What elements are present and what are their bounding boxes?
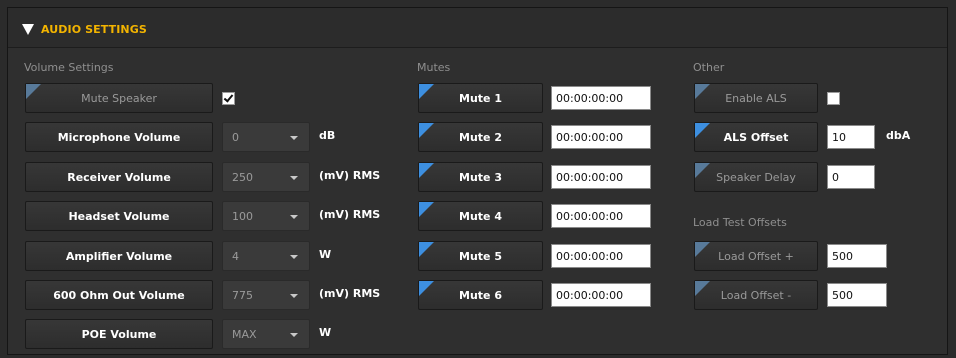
checkmark-icon <box>223 92 234 103</box>
corner-indicator-icon <box>695 242 710 257</box>
headset-volume-label: Headset Volume <box>68 209 170 223</box>
load-offset-minus-label: Load Offset - <box>720 288 792 302</box>
poe-volume-select[interactable]: MAX <box>222 319 310 349</box>
mute-speaker-label: Mute Speaker <box>81 91 157 105</box>
select-value: 0 <box>232 131 239 144</box>
amplifier-volume-select[interactable]: 4 <box>222 241 310 271</box>
poe-volume-button[interactable]: POE Volume <box>25 319 213 349</box>
unit-label: W <box>319 248 332 261</box>
mute-speaker-button[interactable]: Mute Speaker <box>25 83 213 113</box>
load-offset-minus-button[interactable]: Load Offset - <box>694 280 818 310</box>
mute-5-time-input[interactable]: 00:00:00:00 <box>551 244 651 268</box>
mute-1-time-input[interactable]: 00:00:00:00 <box>551 86 651 110</box>
speaker-delay-input[interactable]: 0 <box>827 165 875 189</box>
load-test-offsets-label: Load Test Offsets <box>693 216 787 229</box>
mute-2-time-input[interactable]: 00:00:00:00 <box>551 125 651 149</box>
mute-5-button[interactable]: Mute 5 <box>418 241 543 271</box>
headset-volume-select[interactable]: 100 <box>222 201 310 231</box>
corner-indicator-icon <box>26 84 41 99</box>
audio-settings-panel: AUDIO SETTINGS Volume Settings Mute Spea… <box>7 7 948 355</box>
600-ohm-out-volume-select[interactable]: 775 <box>222 280 310 310</box>
mute-3-button[interactable]: Mute 3 <box>418 162 543 192</box>
unit-label: dB <box>319 129 336 142</box>
unit-label: dbA <box>886 129 911 142</box>
mute-2-button[interactable]: Mute 2 <box>418 122 543 152</box>
headset-volume-button[interactable]: Headset Volume <box>25 201 213 231</box>
load-offset-plus-button[interactable]: Load Offset + <box>694 241 818 271</box>
unit-label: W <box>319 326 332 339</box>
corner-indicator-icon <box>695 163 710 178</box>
corner-indicator-icon <box>419 281 434 296</box>
mute-speaker-checkbox[interactable] <box>222 92 235 105</box>
mute-1-button[interactable]: Mute 1 <box>418 83 543 113</box>
mute-4-time-input[interactable]: 00:00:00:00 <box>551 204 651 228</box>
mute-6-label: Mute 6 <box>459 288 502 302</box>
unit-label: (mV) RMS <box>319 208 381 221</box>
chevron-down-icon <box>290 215 298 219</box>
select-value: 4 <box>232 250 239 263</box>
collapse-triangle-icon[interactable] <box>22 24 34 35</box>
corner-indicator-icon <box>695 84 710 99</box>
600-ohm-out-volume-button[interactable]: 600 Ohm Out Volume <box>25 280 213 310</box>
corner-indicator-icon <box>695 123 710 138</box>
corner-indicator-icon <box>419 163 434 178</box>
mute-3-label: Mute 3 <box>459 170 502 184</box>
corner-indicator-icon <box>419 202 434 217</box>
unit-label: (mV) RMS <box>319 169 381 182</box>
section-header[interactable]: AUDIO SETTINGS <box>8 8 947 48</box>
mute-5-label: Mute 5 <box>459 249 502 263</box>
mute-1-label: Mute 1 <box>459 91 502 105</box>
als-offset-label: ALS Offset <box>723 130 789 144</box>
enable-als-button[interactable]: Enable ALS <box>694 83 818 113</box>
receiver-volume-button[interactable]: Receiver Volume <box>25 162 213 192</box>
volume-settings-label: Volume Settings <box>24 61 114 74</box>
other-label: Other <box>693 61 725 74</box>
corner-indicator-icon <box>419 242 434 257</box>
section-title: AUDIO SETTINGS <box>41 23 147 36</box>
poe-volume-label: POE Volume <box>81 327 157 341</box>
receiver-volume-select[interactable]: 250 <box>222 162 310 192</box>
chevron-down-icon <box>290 136 298 140</box>
unit-label: (mV) RMS <box>319 287 381 300</box>
corner-indicator-icon <box>695 281 710 296</box>
speaker-delay-label: Speaker Delay <box>716 170 796 184</box>
microphone-volume-button[interactable]: Microphone Volume <box>25 122 213 152</box>
load-offset-plus-input[interactable]: 500 <box>827 244 887 268</box>
select-value: MAX <box>232 328 257 341</box>
mute-4-label: Mute 4 <box>459 209 502 223</box>
als-offset-input[interactable]: 10 <box>827 125 875 149</box>
amplifier-volume-label: Amplifier Volume <box>65 249 173 263</box>
enable-als-checkbox[interactable] <box>827 92 840 105</box>
select-value: 775 <box>232 289 253 302</box>
chevron-down-icon <box>290 333 298 337</box>
mute-2-label: Mute 2 <box>459 130 502 144</box>
mute-4-button[interactable]: Mute 4 <box>418 201 543 231</box>
load-offset-plus-label: Load Offset + <box>718 249 794 263</box>
receiver-volume-label: Receiver Volume <box>67 170 171 184</box>
als-offset-button[interactable]: ALS Offset <box>694 122 818 152</box>
chevron-down-icon <box>290 255 298 259</box>
600-ohm-out-volume-label: 600 Ohm Out Volume <box>53 288 185 302</box>
corner-indicator-icon <box>419 123 434 138</box>
enable-als-label: Enable ALS <box>725 91 787 105</box>
mute-3-time-input[interactable]: 00:00:00:00 <box>551 165 651 189</box>
mute-6-time-input[interactable]: 00:00:00:00 <box>551 283 651 307</box>
microphone-volume-label: Microphone Volume <box>57 130 181 144</box>
chevron-down-icon <box>290 176 298 180</box>
amplifier-volume-button[interactable]: Amplifier Volume <box>25 241 213 271</box>
select-value: 250 <box>232 171 253 184</box>
corner-indicator-icon <box>419 84 434 99</box>
speaker-delay-button[interactable]: Speaker Delay <box>694 162 818 192</box>
chevron-down-icon <box>290 294 298 298</box>
mutes-label: Mutes <box>417 61 451 74</box>
microphone-volume-select[interactable]: 0 <box>222 122 310 152</box>
mute-6-button[interactable]: Mute 6 <box>418 280 543 310</box>
select-value: 100 <box>232 210 253 223</box>
load-offset-minus-input[interactable]: 500 <box>827 283 887 307</box>
